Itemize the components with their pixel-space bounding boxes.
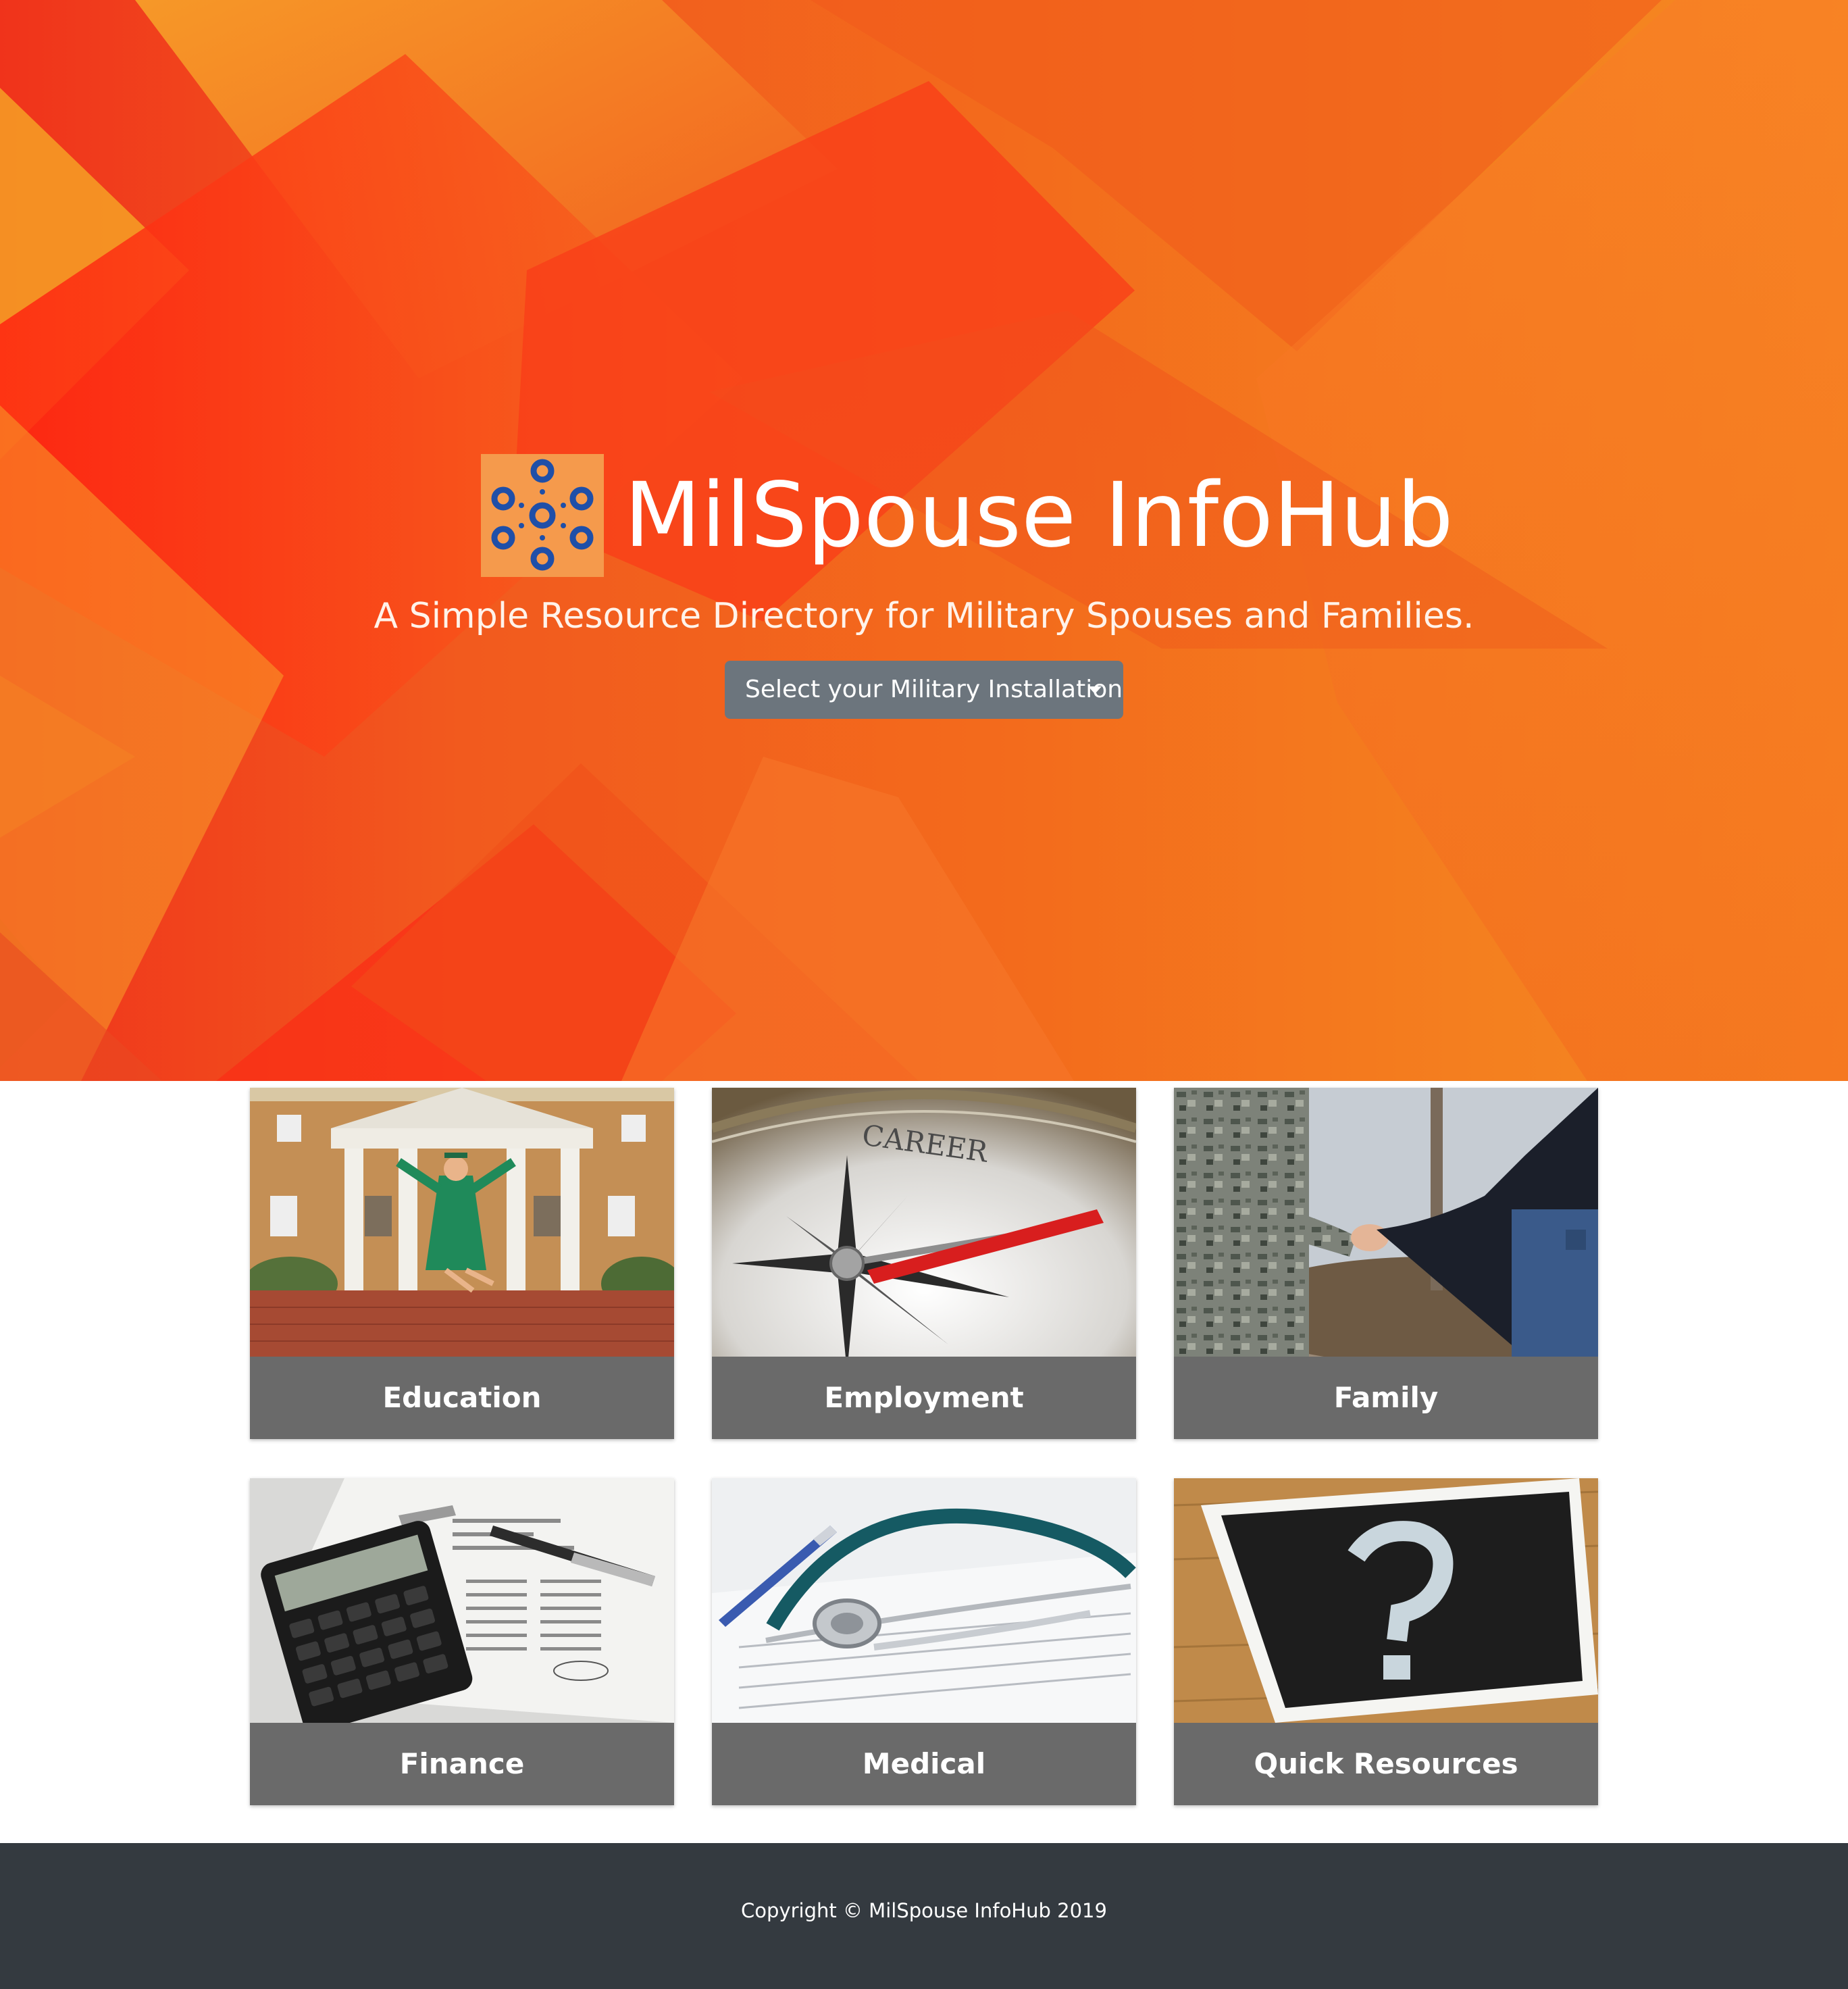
hero-banner: MilSpouse InfoHub A Simple Resource Dire… <box>0 0 1848 1081</box>
site-footer: Copyright © MilSpouse InfoHub 2019 <box>0 1843 1848 1989</box>
military-installation-dropdown[interactable]: Select your Military Installation <box>725 661 1123 719</box>
brand: MilSpouse InfoHub <box>481 454 1454 577</box>
career-compass-photo: CAREER <box>712 1088 1136 1357</box>
category-label: Finance <box>250 1723 674 1805</box>
category-card-quick-resources[interactable]: Quick Resources <box>1174 1478 1598 1805</box>
category-label: Education <box>250 1357 674 1439</box>
site-tagline: A Simple Resource Directory for Military… <box>374 596 1474 636</box>
hero-content: MilSpouse InfoHub A Simple Resource Dire… <box>0 0 1848 1081</box>
category-card-education[interactable]: Education <box>250 1088 674 1439</box>
stethoscope-photo <box>712 1478 1136 1723</box>
category-label: Employment <box>712 1357 1136 1439</box>
category-label: Family <box>1174 1357 1598 1439</box>
category-label: Quick Resources <box>1174 1723 1598 1805</box>
category-card-medical[interactable]: Medical <box>712 1478 1136 1805</box>
copyright-text: Copyright © MilSpouse InfoHub 2019 <box>741 1899 1107 1922</box>
graduate-jumping-photo <box>250 1088 674 1357</box>
caret-down-icon <box>1088 686 1102 694</box>
category-label: Medical <box>712 1723 1136 1805</box>
question-mark-chalkboard-photo <box>1174 1478 1598 1723</box>
category-card-family[interactable]: Family <box>1174 1088 1598 1439</box>
network-nodes-logo-icon <box>481 454 604 577</box>
couple-holding-hands-photo <box>1174 1088 1598 1357</box>
site-title: MilSpouse InfoHub <box>624 463 1454 568</box>
category-card-employment[interactable]: CAREER Employment <box>712 1088 1136 1439</box>
calculator-pen-photo <box>250 1478 674 1723</box>
dropdown-label: Select your Military Installation <box>745 676 1123 703</box>
category-card-finance[interactable]: Finance <box>250 1478 674 1805</box>
